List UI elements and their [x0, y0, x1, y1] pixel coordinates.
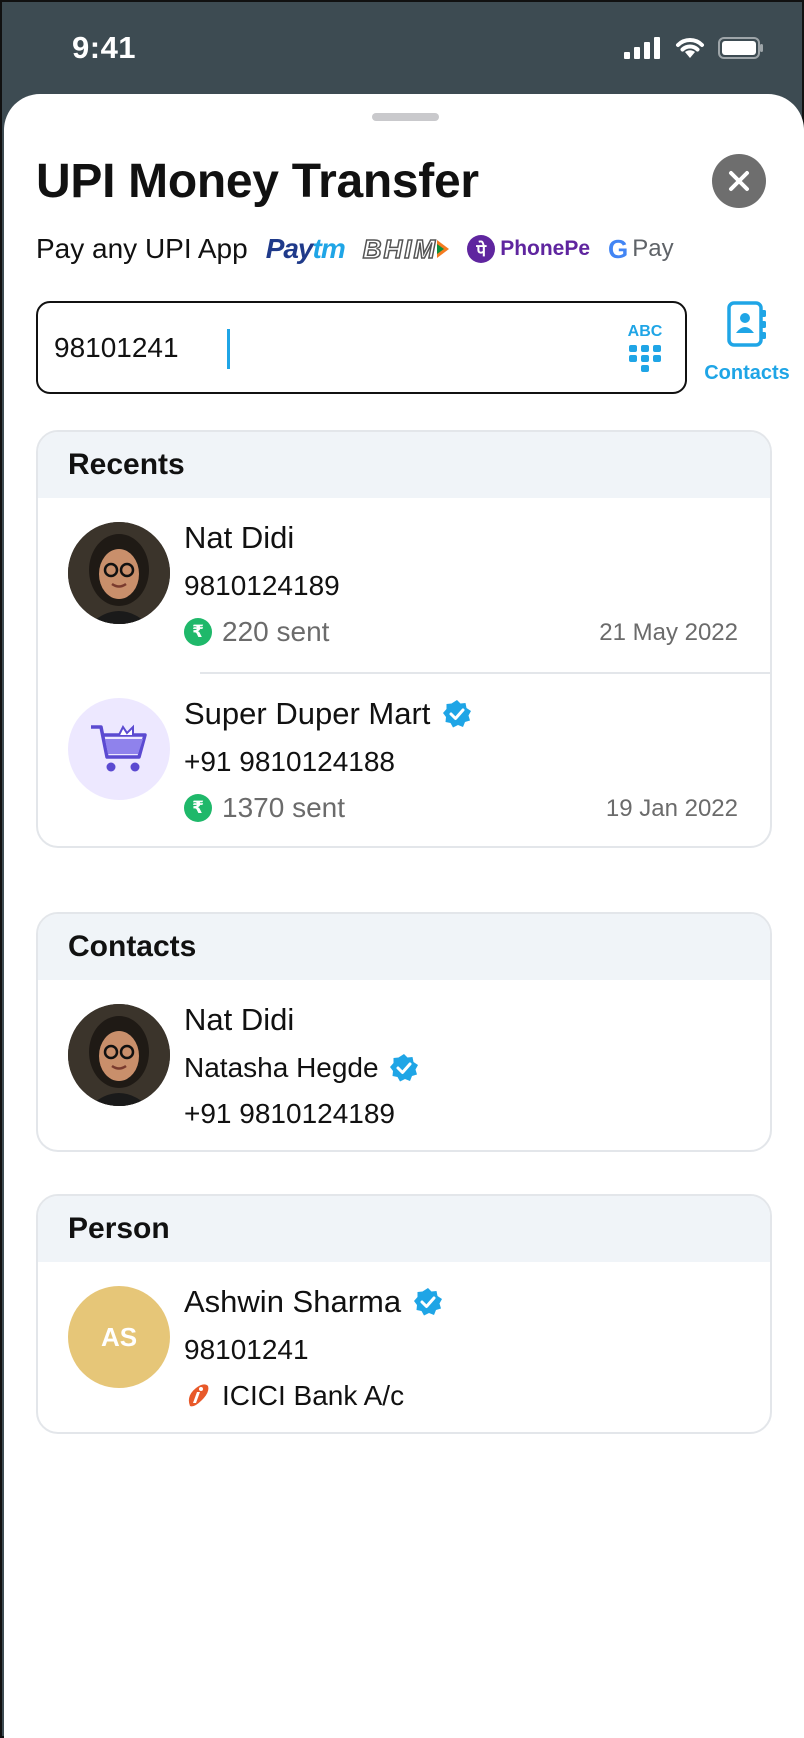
- bhim-arrow-icon: [437, 240, 450, 258]
- rupee-icon: ₹: [184, 618, 212, 646]
- pay-any-app-label: Pay any UPI App: [36, 233, 248, 264]
- recents-card: Recents Nat Didi 9810124189 ₹ 220 sent 2…: [36, 430, 772, 848]
- avatar-initials: AS: [68, 1286, 170, 1388]
- contact-number: +91 9810124189: [184, 1098, 395, 1129]
- person-number: 98101241: [184, 1334, 309, 1365]
- contacts-button-label: Contacts: [704, 362, 790, 384]
- battery-icon: [718, 37, 763, 59]
- phonepe-icon: पे: [467, 235, 496, 263]
- recents-header: Recents: [38, 432, 770, 498]
- search-input[interactable]: [54, 303, 574, 392]
- phonepe-logo: पे PhonePe: [467, 235, 590, 263]
- supported-apps-row: Pay any UPI App Pay tm BHIM पे PhonePe G …: [36, 229, 692, 269]
- recent-number: 9810124189: [184, 570, 340, 601]
- recent-item-nat-didi[interactable]: Nat Didi 9810124189 ₹ 220 sent 21 May 20…: [38, 498, 770, 674]
- icici-bank-icon: [188, 1384, 209, 1407]
- recent-date: 19 Jan 2022: [605, 795, 738, 822]
- contact-full-name-text: Natasha Hegde: [184, 1052, 379, 1083]
- paytm-logo-tm: tm: [312, 233, 346, 264]
- signal-icon: [624, 37, 660, 59]
- recent-amount: ₹ 220 sent: [184, 616, 329, 648]
- contact-name: Nat Didi: [184, 1002, 294, 1038]
- contact-book-icon: [727, 301, 766, 347]
- person-header: Person: [38, 1196, 770, 1262]
- contact-full-name: Natasha Hegde: [184, 1052, 419, 1084]
- gpay-logo-text: Pay: [632, 235, 674, 262]
- keyboard-toggle-label: ABC: [627, 323, 663, 340]
- person-card: Person AS Ashwin Sharma 98101241 ICICI B…: [36, 1194, 772, 1434]
- close-icon: [729, 171, 749, 191]
- search-field[interactable]: ABC: [36, 301, 687, 394]
- contacts-button[interactable]: Contacts: [699, 294, 795, 394]
- person-bank: ICICI Bank A/c: [184, 1380, 404, 1412]
- recent-number: +91 9810124188: [184, 746, 395, 777]
- gpay-logo-g: G: [608, 233, 629, 264]
- recent-date: 21 May 2022: [599, 619, 738, 646]
- contacts-header: Contacts: [38, 914, 770, 980]
- person-photo-icon: [68, 1004, 170, 1106]
- paytm-logo-pay: Pay: [265, 233, 314, 264]
- recent-name-text: Nat Didi: [184, 520, 295, 555]
- shopping-cart-icon: [91, 724, 147, 772]
- rupee-icon: ₹: [184, 794, 212, 822]
- person-photo-icon: [68, 522, 170, 624]
- phonepe-logo-text: PhonePe: [500, 237, 591, 260]
- phone-frame: 9:41 UPI Money Transfer Pay any UPI App …: [0, 0, 804, 1738]
- recent-amount-text: 220 sent: [222, 616, 330, 647]
- verified-badge-icon: [389, 1054, 418, 1082]
- text-caret: [227, 329, 230, 369]
- status-icons: [624, 36, 764, 60]
- close-button[interactable]: [712, 154, 766, 208]
- page-title: UPI Money Transfer: [36, 155, 479, 208]
- person-item-ashwin-sharma[interactable]: AS Ashwin Sharma 98101241 ICICI Bank A/c: [38, 1262, 770, 1432]
- paytm-logo: Pay tm: [265, 233, 346, 265]
- bottom-sheet: UPI Money Transfer Pay any UPI App Pay tm…: [4, 94, 804, 1738]
- recent-item-super-duper-mart[interactable]: Super Duper Mart +91 9810124188 ₹ 1370 s…: [38, 674, 770, 846]
- status-time: 9:41: [72, 30, 137, 65]
- avatar-nat-didi: [68, 522, 170, 624]
- keypad-icon: [629, 345, 661, 372]
- status-bar: 9:41: [2, 2, 802, 94]
- avatar-nat-didi: [68, 1004, 170, 1106]
- wifi-icon: [676, 38, 704, 58]
- person-name: Ashwin Sharma: [184, 1284, 443, 1320]
- verified-badge-icon: [414, 1288, 443, 1316]
- contact-name-text: Nat Didi: [184, 1002, 295, 1037]
- contact-item-nat-didi[interactable]: Nat Didi Natasha Hegde +91 9810124189: [38, 980, 770, 1150]
- recent-amount-text: 1370 sent: [222, 792, 345, 823]
- verified-badge-icon: [443, 700, 472, 728]
- recent-name: Super Duper Mart: [184, 696, 472, 732]
- gpay-logo: G Pay: [608, 234, 674, 265]
- sheet-drag-handle[interactable]: [372, 113, 439, 121]
- contacts-card: Contacts Nat Didi Natasha Hegde +91 9810…: [36, 912, 772, 1152]
- recent-name-text: Super Duper Mart: [184, 696, 431, 731]
- recent-amount: ₹ 1370 sent: [184, 792, 345, 824]
- person-bank-text: ICICI Bank A/c: [222, 1380, 405, 1411]
- keyboard-toggle-button[interactable]: ABC: [623, 323, 667, 373]
- recent-name: Nat Didi: [184, 520, 294, 556]
- person-name-text: Ashwin Sharma: [184, 1284, 402, 1319]
- avatar-super-duper-mart: [68, 698, 170, 800]
- bhim-logo-text: BHIM: [362, 233, 438, 265]
- bhim-logo: BHIM: [362, 233, 450, 265]
